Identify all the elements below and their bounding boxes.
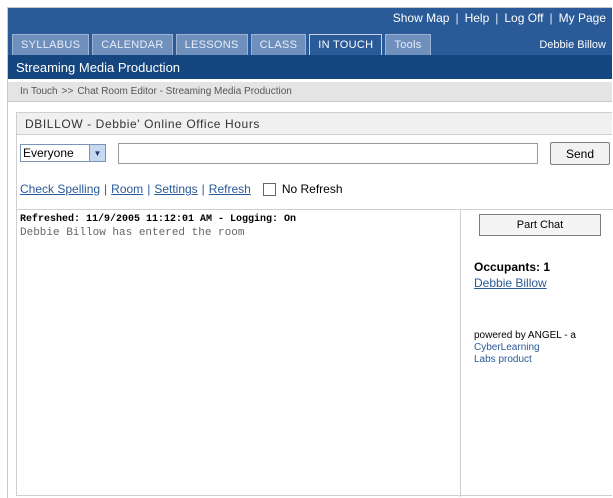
tab-tools[interactable]: Tools [385,34,431,55]
room-link[interactable]: Room [111,182,143,196]
check-spelling-link[interactable]: Check Spelling [20,182,100,196]
separator: | [201,182,205,196]
tab-calendar[interactable]: CALENDAR [92,34,173,55]
separator: | [495,11,499,25]
breadcrumb-root[interactable]: In Touch [20,86,58,97]
send-row: Everyone ▼ Send [17,142,612,168]
tab-class[interactable]: CLASS [250,34,307,55]
no-refresh-checkbox[interactable] [262,182,276,196]
user-name: Debbie Billow [539,38,606,51]
part-chat-button[interactable]: Part Chat [479,214,601,236]
breadcrumb: In Touch >> Chat Room Editor - Streaming… [8,82,612,102]
chat-message: Debbie Billow has entered the room [20,227,245,239]
message-input[interactable] [118,143,538,164]
course-title: Streaming Media Production [8,55,612,79]
separator: | [549,11,553,25]
chat-status-line: Refreshed: 11/9/2005 11:12:01 AM - Loggi… [20,214,297,225]
top-links-bar: Show Map | Help | Log Off | My Page [8,8,612,28]
powered-by-link-2[interactable]: Labs product [474,354,532,365]
separator: | [147,182,151,196]
tab-syllabus[interactable]: SYLLABUS [12,34,90,55]
log-off-link[interactable]: Log Off [504,11,543,25]
page-frame: Show Map | Help | Log Off | My Page SYLL… [7,7,613,498]
show-map-link[interactable]: Show Map [393,11,450,25]
no-refresh-label: No Refresh [281,182,343,196]
breadcrumb-current: Chat Room Editor - Streaming Media Produ… [77,86,292,97]
separator: | [455,11,459,25]
tab-bar: SYLLABUS CALENDAR LESSONS CLASS IN TOUCH… [8,28,612,55]
help-link[interactable]: Help [465,11,490,25]
recipient-select[interactable]: Everyone ▼ [20,144,106,162]
tab-in-touch[interactable]: IN TOUCH [309,34,383,55]
side-panel: Part Chat Occupants: 1 Debbie Billow pow… [461,209,613,497]
send-button[interactable]: Send [550,142,610,165]
chat-log: Refreshed: 11/9/2005 11:12:01 AM - Loggi… [17,209,461,497]
occupants-label: Occupants: 1 [474,260,551,274]
my-page-link[interactable]: My Page [559,11,606,25]
room-title: DBILLOW - Debbie' Online Office Hours [17,113,612,135]
powered-by: powered by ANGEL - a CyberLearning Labs … [474,330,604,366]
tab-lessons[interactable]: LESSONS [175,34,248,55]
chat-actions: Check Spelling | Room | Settings | Refre… [20,180,343,198]
chat-panel: DBILLOW - Debbie' Online Office Hours Ev… [16,112,613,497]
powered-by-link[interactable]: CyberLearning [474,342,540,353]
refresh-link[interactable]: Refresh [209,182,251,196]
settings-link[interactable]: Settings [154,182,197,196]
recipient-value: Everyone [23,146,74,160]
breadcrumb-separator: >> [61,86,74,97]
chevron-down-icon[interactable]: ▼ [89,145,105,161]
occupant-link[interactable]: Debbie Billow [474,276,547,290]
separator: | [104,182,108,196]
powered-by-text: powered by ANGEL - a [474,330,576,341]
